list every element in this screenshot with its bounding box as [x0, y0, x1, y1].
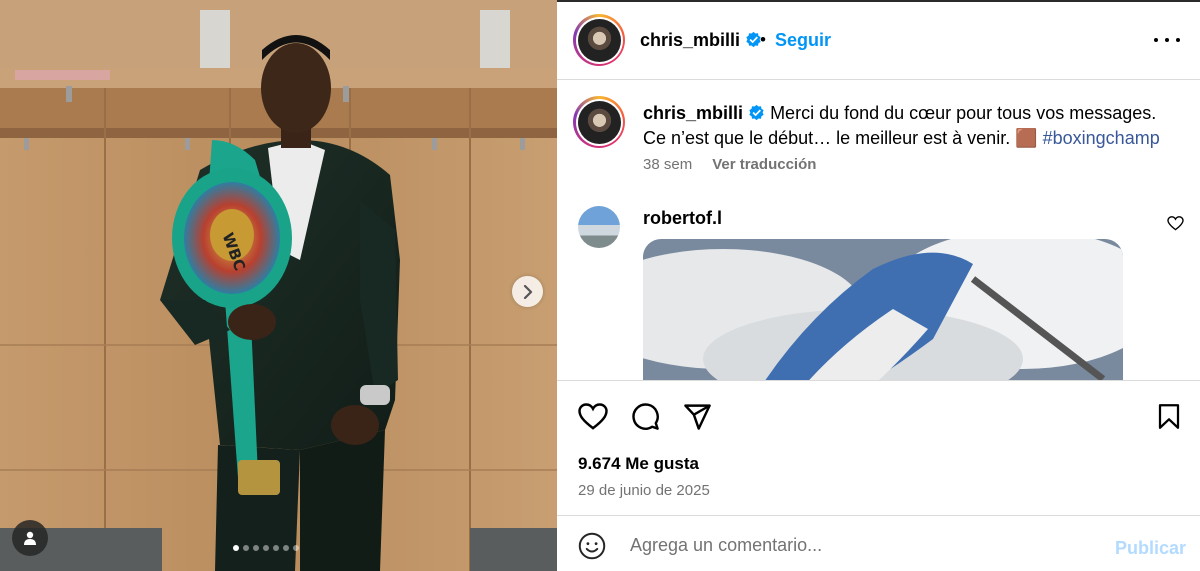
share-icon: [683, 403, 711, 430]
verified-icon: [749, 104, 764, 121]
save-icon: [1158, 403, 1180, 429]
commenter-username[interactable]: robertof.l: [643, 208, 722, 229]
more-icon[interactable]: [1154, 30, 1180, 50]
post-actions: 9.674 Me gusta 29 de junio de 2025: [557, 380, 1200, 516]
comment-like-icon[interactable]: [1167, 216, 1184, 231]
save-button[interactable]: [1153, 400, 1185, 432]
user-tag-icon: [24, 531, 36, 545]
emoji-icon[interactable]: [578, 532, 606, 560]
caption-author-avatar[interactable]: [573, 96, 625, 148]
post-media[interactable]: WBC: [0, 0, 557, 571]
post-photo: WBC: [0, 0, 557, 571]
comment-input[interactable]: [630, 530, 1090, 560]
separator-dot: •: [760, 30, 766, 49]
carousel-dot: [283, 545, 289, 551]
add-comment-bar: Publicar: [557, 517, 1200, 571]
post-header: chris_mbilli • Seguir: [557, 0, 1200, 80]
carousel-dot: [293, 545, 299, 551]
caption-meta: 38 sem Ver traducción: [643, 156, 816, 173]
carousel-dot: [233, 545, 239, 551]
caption-hashtag[interactable]: #boxingchamp: [1043, 128, 1160, 148]
carousel-dot: [263, 545, 269, 551]
caption-text-block: chris_mbilli Merci du fond du cœur pour …: [643, 101, 1163, 151]
chevron-right-icon: [523, 284, 532, 299]
author-avatar-image: [577, 18, 621, 62]
commenter-avatar[interactable]: [578, 206, 620, 248]
likes-count[interactable]: 9.674 Me gusta: [578, 454, 699, 474]
caption-avatar-image: [577, 100, 621, 144]
heart-icon: [578, 402, 608, 430]
author-username[interactable]: chris_mbilli: [640, 30, 740, 50]
comment-gif-image[interactable]: [643, 239, 1123, 380]
post-side-panel: chris_mbilli • Seguir chris_mbilli Merci…: [557, 0, 1200, 571]
author-avatar[interactable]: [573, 14, 625, 66]
carousel-dot: [243, 545, 249, 551]
comment-icon: [631, 402, 659, 430]
caption-age: 38 sem: [643, 156, 693, 173]
publish-button[interactable]: Publicar: [1115, 538, 1186, 559]
carousel-indicator: [233, 545, 299, 551]
author-username-row[interactable]: chris_mbilli: [640, 30, 762, 51]
carousel-dot: [253, 545, 259, 551]
comment-item: robertof.l: [557, 200, 1200, 380]
like-button[interactable]: [577, 400, 609, 432]
carousel-dot: [273, 545, 279, 551]
caption-username[interactable]: chris_mbilli: [643, 103, 743, 123]
next-slide-button[interactable]: [512, 276, 543, 307]
share-button[interactable]: [681, 400, 713, 432]
see-translation-link[interactable]: Ver traducción: [712, 156, 816, 173]
follow-button[interactable]: Seguir: [775, 30, 831, 51]
post-date[interactable]: 29 de junio de 2025: [578, 482, 710, 499]
tagged-users-button[interactable]: [12, 520, 48, 556]
comment-button[interactable]: [629, 400, 661, 432]
